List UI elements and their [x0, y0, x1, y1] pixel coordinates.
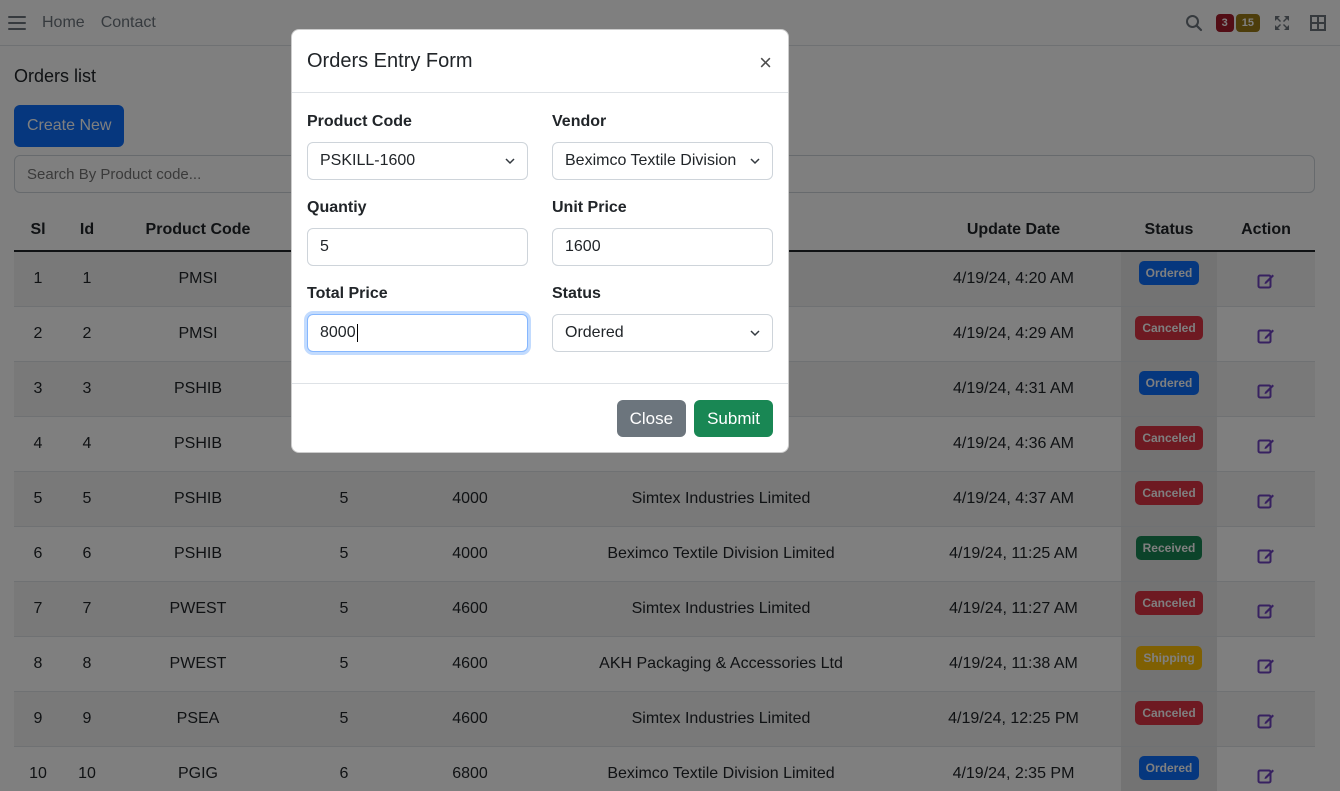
status-label: Status	[552, 285, 601, 302]
text-cursor	[356, 324, 358, 342]
chevron-down-icon	[750, 158, 760, 165]
status-field: Status Ordered	[552, 285, 773, 352]
chevron-down-icon	[750, 330, 760, 337]
modal-header: Orders Entry Form ×	[292, 30, 788, 93]
quantity-input[interactable]: 5	[307, 228, 528, 266]
vendor-label: Vendor	[552, 113, 607, 130]
total-price-label: Total Price	[307, 285, 388, 302]
total-price-value: 8000	[320, 324, 356, 341]
submit-button[interactable]: Submit	[694, 400, 773, 437]
close-button[interactable]: Close	[616, 400, 687, 437]
product-code-select[interactable]: PSKILL-1600	[307, 142, 528, 180]
product-code-value: PSKILL-1600	[320, 152, 416, 169]
vendor-field: Vendor Beximco Textile Division	[552, 113, 773, 180]
unit-price-label: Unit Price	[552, 199, 627, 216]
unit-price-value: 1600	[565, 238, 601, 255]
orders-entry-modal: Orders Entry Form × Product Code PSKILL-…	[291, 29, 789, 453]
close-icon[interactable]: ×	[759, 52, 772, 74]
vendor-value: Beximco Textile Division	[565, 152, 737, 169]
modal-footer: Close Submit	[292, 383, 788, 453]
product-code-field: Product Code PSKILL-1600	[307, 113, 528, 180]
total-price-input[interactable]: 8000	[307, 314, 528, 352]
unit-price-field: Unit Price 1600	[552, 199, 773, 266]
product-code-label: Product Code	[307, 113, 412, 130]
quantity-field: Quantiy 5	[307, 199, 528, 266]
unit-price-input[interactable]: 1600	[552, 228, 773, 266]
total-price-field: Total Price 8000	[307, 285, 528, 352]
modal-title: Orders Entry Form	[307, 49, 473, 72]
chevron-down-icon	[505, 158, 515, 165]
modal-body: Product Code PSKILL-1600 Vendor Beximco …	[292, 93, 788, 383]
vendor-select[interactable]: Beximco Textile Division	[552, 142, 773, 180]
status-select[interactable]: Ordered	[552, 314, 773, 352]
quantity-value: 5	[320, 238, 329, 255]
status-value: Ordered	[565, 324, 624, 341]
quantity-label: Quantiy	[307, 199, 367, 216]
